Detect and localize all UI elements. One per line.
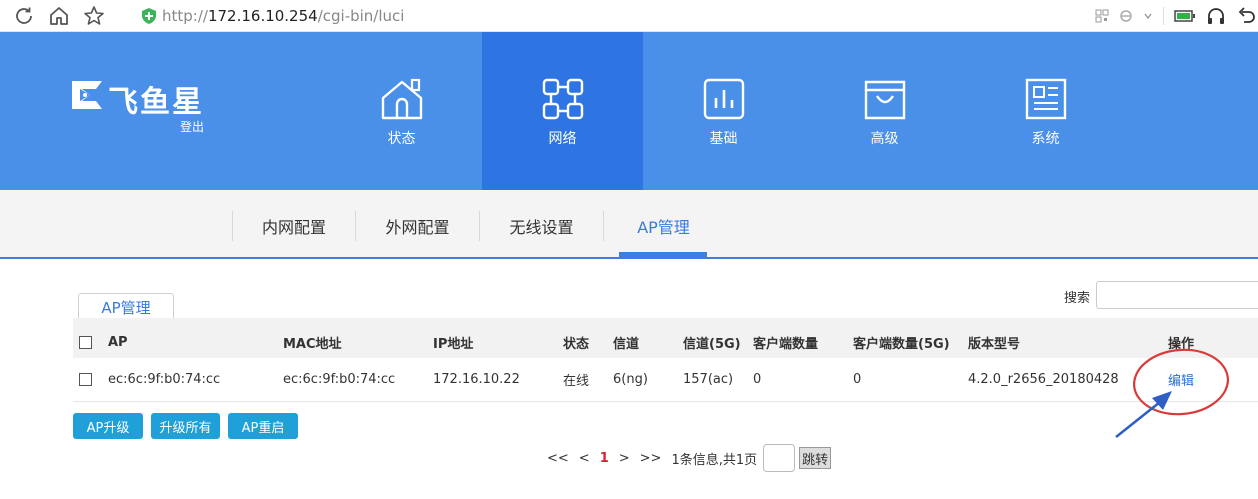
undo-icon[interactable] — [1236, 6, 1256, 26]
home-icon[interactable] — [47, 4, 71, 28]
nav-network-label: 网络 — [548, 131, 577, 147]
house-icon — [381, 78, 422, 120]
col-channel-5g: 信道(5G) — [683, 337, 741, 352]
bookmark-star-icon[interactable] — [82, 4, 106, 28]
col-status: 状态 — [563, 337, 590, 352]
headphones-icon[interactable] — [1206, 6, 1226, 26]
edit-link[interactable]: 编辑 — [1168, 358, 1194, 401]
cell-ip: 172.16.10.22 — [433, 372, 520, 387]
col-channel: 信道 — [613, 337, 640, 352]
browser-extensions — [1095, 4, 1258, 28]
logout-link[interactable]: 登出 — [180, 118, 204, 135]
qr-code-icon[interactable] — [1095, 9, 1109, 23]
nav-status[interactable]: 状态 — [321, 32, 482, 190]
row-select-cell — [79, 358, 92, 401]
page-number-input[interactable] — [763, 444, 796, 472]
url-host: 172.16.10.254 — [207, 7, 318, 25]
search-label: 搜索 — [1064, 291, 1091, 306]
search-input[interactable] — [1096, 281, 1258, 309]
nav-basic-label: 基础 — [709, 131, 738, 147]
battery-icon[interactable] — [1174, 9, 1196, 23]
col-action: 操作 — [1168, 337, 1195, 352]
nav-advanced[interactable]: 高级 — [804, 32, 965, 190]
ap-management-panel-tab[interactable]: AP管理 — [78, 293, 174, 320]
pointer-arrow-line — [1115, 401, 1161, 438]
nav-system-label: 系统 — [1031, 131, 1060, 147]
current-page[interactable]: 1 — [600, 451, 609, 466]
tab-lan-config[interactable]: 内网配置 — [232, 211, 355, 241]
cell-clients: 0 — [753, 372, 762, 387]
app-header: 飞鱼星 登出 状态 网络 基础 高级 系统 — [0, 32, 1258, 190]
col-ap: AP — [108, 335, 128, 350]
cell-ap: ec:6c:9f:b0:74:cc — [108, 372, 221, 387]
brand-logo-text: 飞鱼星 — [108, 85, 204, 120]
page-info: 1条信息,共1页 — [671, 452, 758, 468]
select-all-checkbox[interactable] — [79, 336, 92, 349]
secure-shield-icon — [142, 8, 156, 24]
table-header: AP MAC地址 IP地址 状态 信道 信道(5G) 客户端数量 客户端数量(5… — [73, 318, 1258, 358]
url-protocol: http:// — [162, 7, 208, 25]
last-page-link[interactable]: >> — [640, 451, 662, 466]
nav-network[interactable]: 网络 — [482, 32, 643, 190]
browser-toolbar: http://172.16.10.254/cgi-bin/luci — [0, 0, 1258, 32]
prev-page-link[interactable]: < — [579, 451, 590, 466]
row-checkbox[interactable] — [79, 373, 92, 386]
first-page-link[interactable]: << — [547, 451, 569, 466]
go-button[interactable]: 跳转 — [799, 447, 832, 469]
cell-channel: 6(ng) — [613, 372, 648, 387]
ap-reboot-button[interactable]: AP重启 — [228, 413, 298, 439]
toolbar-divider — [1163, 7, 1164, 25]
col-clients: 客户端数量 — [753, 337, 819, 352]
upgrade-all-button[interactable]: 升级所有 — [151, 413, 220, 439]
nav-advanced-label: 高级 — [870, 131, 899, 147]
ap-upgrade-button[interactable]: AP升级 — [73, 413, 143, 439]
pagination: << < 1 > >> 1条信息,共1页 跳转 — [547, 443, 832, 473]
cell-clients-5g: 0 — [853, 372, 862, 387]
next-page-link[interactable]: > — [619, 451, 630, 466]
sub-navigation: 内网配置 外网配置 无线设置 AP管理 — [0, 190, 1258, 259]
flying-fish-logo-icon — [72, 81, 102, 109]
nav-system[interactable]: 系统 — [965, 32, 1126, 190]
tab-ap-management[interactable]: AP管理 — [603, 211, 723, 241]
col-version: 版本型号 — [968, 337, 1021, 352]
nav-status-label: 状态 — [387, 131, 416, 147]
nav-basic[interactable]: 基础 — [643, 32, 804, 190]
active-tab-indicator — [619, 252, 707, 259]
col-clients-5g: 客户端数量(5G) — [853, 337, 950, 352]
tab-wan-config[interactable]: 外网配置 — [355, 211, 479, 241]
network-icon — [542, 78, 583, 120]
bar-chart-icon — [703, 78, 744, 120]
bag-icon — [864, 80, 905, 120]
table-row: ec:6c:9f:b0:74:cc ec:6c:9f:b0:74:cc 172.… — [73, 358, 1258, 402]
url-path: /cgi-bin/luci — [317, 7, 405, 25]
col-mac: MAC地址 — [283, 337, 342, 352]
col-ip: IP地址 — [433, 337, 474, 352]
reload-icon[interactable] — [12, 4, 36, 28]
tab-wireless-settings[interactable]: 无线设置 — [479, 211, 603, 241]
select-all-cell — [79, 318, 92, 358]
cell-status: 在线 — [563, 374, 590, 389]
cell-version: 4.2.0_r2656_20180428 — [968, 372, 1119, 387]
chevron-down-icon[interactable] — [1143, 11, 1153, 21]
cell-channel-5g: 157(ac) — [683, 372, 734, 387]
cell-mac: ec:6c:9f:b0:74:cc — [283, 372, 396, 387]
address-bar[interactable]: http://172.16.10.254/cgi-bin/luci — [142, 5, 404, 27]
ie-mode-icon[interactable] — [1119, 9, 1133, 23]
document-icon — [1025, 78, 1066, 120]
